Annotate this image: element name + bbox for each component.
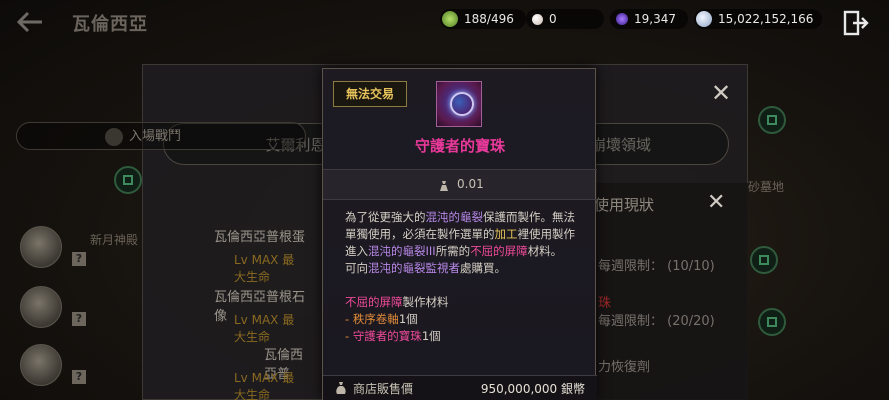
monster-portrait [20, 226, 62, 268]
help-icon[interactable]: ? [72, 312, 86, 326]
desc-text: 製作材料 [402, 295, 449, 309]
item-weight: 0.01 [457, 177, 484, 191]
crystal-resource[interactable]: 19,347 [610, 9, 688, 29]
energy-resource[interactable]: 188/496 [440, 9, 526, 29]
desc-text: 處購買。 [460, 261, 506, 275]
map-node-right-low[interactable] [758, 308, 786, 336]
map-node-right-top[interactable] [758, 106, 786, 134]
node-square-icon [759, 255, 769, 265]
desc-highlight: 混沌的龜裂 [425, 210, 484, 224]
untradeable-badge: 無法交易 [333, 81, 407, 107]
desc-text: 1個 [398, 312, 418, 326]
divider [323, 169, 597, 170]
desc-highlight: 混沌的龜裂監視者 [368, 261, 460, 275]
help-icon[interactable]: ? [72, 252, 86, 266]
desc-highlight: 守護者的寶珠 [352, 329, 422, 343]
weekly-limit-2: 每週限制： (20/20) [598, 314, 715, 329]
desc-highlight: 加工 [494, 227, 518, 241]
item-name: 守護者的寶珠 [414, 137, 505, 155]
crystal-icon [616, 13, 628, 25]
back-arrow-glyph [16, 11, 42, 33]
map-node-left[interactable] [114, 166, 142, 194]
desc-highlight: 不屈的屏障 [345, 295, 403, 309]
energy-value: 188/496 [464, 12, 514, 26]
desc-bullet: - [345, 329, 353, 343]
close-icon[interactable]: ✕ [707, 192, 725, 214]
exit-glyph [843, 10, 869, 36]
list-item-level: Lv MAX 最大生命 [234, 371, 295, 400]
desc-highlight: 混沌的龜裂III [368, 244, 436, 258]
list-item-name: 瓦倫西亞普根蛋 [214, 230, 306, 245]
desc-text: 所需的 [435, 244, 471, 258]
shop-price-value: 950,000,000 銀幣 [480, 382, 585, 396]
desc-bullet: - [345, 312, 353, 326]
node-square-icon [767, 115, 777, 125]
money-bag-glyph [336, 382, 346, 394]
monster-portrait [20, 344, 62, 386]
crossed-swords-icon [105, 128, 123, 146]
node-square-icon [767, 317, 777, 327]
desc-paragraph-2: 可向混沌的龜裂監視者處購買。 [345, 260, 585, 277]
top-bar: 瓦倫西亞 188/496 0 19,347 15,022,152,166 [0, 0, 889, 46]
desc-paragraph-1: 為了從更強大的混沌的龜裂保護而製作。無法單獨使用，必須在製作選單的加工裡使用製作… [345, 209, 585, 260]
node-square-icon [123, 175, 133, 185]
close-icon[interactable]: ✕ [711, 81, 731, 105]
list-item[interactable]: 瓦倫西亞普根蛋 ? Lv MAX 最大生命 [16, 222, 306, 284]
desc-text: 可向 [345, 261, 368, 275]
map-node-right-mid[interactable] [750, 246, 778, 274]
silver-icon [696, 11, 712, 27]
exit-door-icon[interactable] [843, 10, 869, 36]
shop-price-label: 商店販售價 [353, 382, 414, 396]
monster-portrait [20, 286, 62, 328]
list-item[interactable]: 瓦倫西亞普 ? Lv MAX 最大生命 [16, 340, 306, 400]
divider [323, 199, 597, 200]
usage-item-red: 珠 [598, 296, 612, 311]
list-item-level: Lv MAX 最大生命 [234, 253, 295, 284]
energy-icon [442, 11, 458, 27]
item-tooltip: 無法交易 守護者的寶珠 0.01 為了從更強大的混沌的龜裂保護而製作。無法單獨使… [322, 68, 597, 400]
usage-status-title: 使用現狀 [594, 196, 655, 214]
pearl-icon [532, 13, 543, 25]
help-icon[interactable]: ? [72, 370, 86, 384]
money-bag-icon [335, 380, 347, 394]
desc-text: 為了從更強大的 [345, 210, 426, 224]
crystal-value: 19,347 [634, 12, 676, 26]
pearl-value: 0 [549, 12, 557, 26]
silver-value: 15,022,152,166 [718, 12, 814, 26]
weekly-limit-1: 每週限制： (10/10) [598, 259, 715, 274]
map-label-right: 砂墓地 [748, 180, 785, 194]
desc-paragraph-3: 不屈的屏障製作材料 - 秩序卷軸1個 - 守護者的寶珠1個 [345, 294, 585, 345]
pearl-resource[interactable]: 0 [526, 9, 604, 29]
entry-battle-header: 入場戰鬥 [16, 122, 306, 150]
desc-highlight: 不屈的屏障 [470, 244, 528, 258]
orb-icon [436, 81, 482, 127]
item-description: 為了從更強大的混沌的龜裂保護而製作。無法單獨使用，必須在製作選單的加工裡使用製作… [345, 209, 585, 345]
page-title: 瓦倫西亞 [72, 14, 148, 35]
list-item[interactable]: 瓦倫西亞普根石像 ? Lv MAX 最大生命 [16, 282, 306, 344]
recovery-potion-label: 力恢復劑 [598, 360, 651, 375]
back-arrow-icon[interactable] [14, 8, 46, 36]
entry-battle-label: 入場戰鬥 [129, 129, 182, 144]
silver-resource[interactable]: 15,022,152,166 [694, 9, 822, 29]
weight-icon [439, 177, 449, 191]
weight-glyph [440, 181, 448, 191]
desc-text: 1個 [421, 329, 441, 343]
desc-highlight: 秩序卷軸 [352, 312, 399, 326]
desc-text: 材料。 [527, 244, 563, 258]
